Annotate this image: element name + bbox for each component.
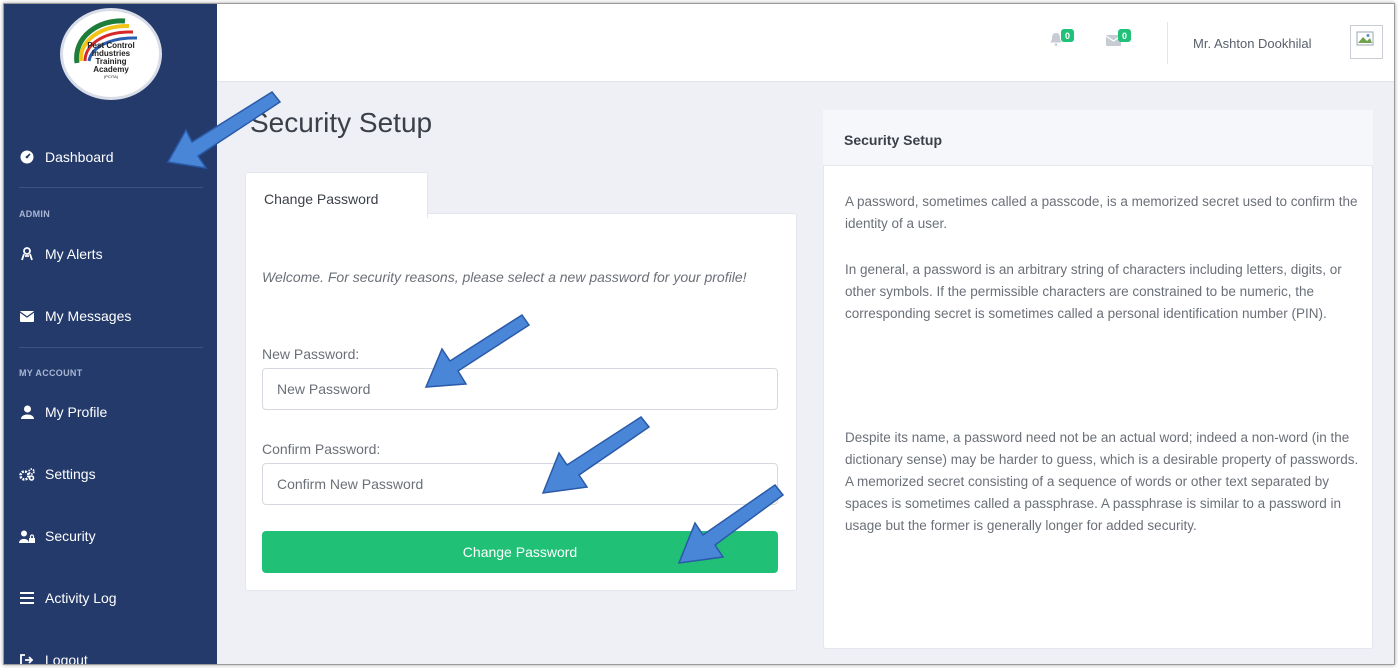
messages-button[interactable]: 0 (1105, 29, 1136, 52)
logo-line: Academy (93, 64, 129, 74)
logo-abbrev: (PCITA) (103, 73, 119, 79)
sidebar-item-activity-log[interactable]: Activity Log (4, 578, 217, 618)
section-label-my-account: MY ACCOUNT (19, 368, 83, 378)
alerts-icon (19, 246, 35, 262)
envelope-icon (19, 308, 35, 324)
topbar-divider (1167, 22, 1168, 64)
sidebar-item-label: My Profile (45, 404, 108, 420)
tab-label: Change Password (264, 191, 379, 207)
user-icon (19, 404, 35, 420)
messages-badge: 0 (1118, 29, 1131, 42)
info-panel-heading: Security Setup (823, 110, 1373, 166)
sidebar-item-label: My Alerts (45, 246, 103, 262)
avatar[interactable] (1350, 25, 1383, 59)
annotation-arrow-icon (677, 483, 785, 564)
new-password-label: New Password: (262, 346, 360, 362)
sidebar-item-label: Logout (45, 652, 88, 665)
app-window: Pest Control Industries Training Academy… (3, 3, 1395, 665)
notifications-badge: 0 (1061, 29, 1074, 42)
notifications-button[interactable]: 0 (1049, 29, 1079, 52)
info-paragraph: In general, a password is an arbitrary s… (845, 262, 1342, 321)
section-label-admin: ADMIN (19, 209, 50, 219)
annotation-arrow-icon (424, 313, 531, 388)
sidebar-item-label: Dashboard (45, 149, 114, 165)
academy-logo[interactable]: Pest Control Industries Training Academy… (60, 8, 162, 100)
annotation-arrow-icon (541, 416, 651, 494)
sidebar-item-label: Settings (45, 466, 96, 482)
sidebar-item-security[interactable]: Security (4, 516, 217, 556)
list-icon (19, 590, 35, 606)
info-paragraph: Despite its name, a password need not be… (845, 430, 1359, 533)
topbar: 0 0 Mr. Ashton Dookhilal (217, 4, 1394, 82)
sidebar-item-my-profile[interactable]: My Profile (4, 392, 217, 432)
sidebar-item-settings[interactable]: Settings (4, 454, 217, 494)
info-paragraph: A password, sometimes called a passcode,… (845, 194, 1358, 231)
logo-text: Pest Control Industries Training Academy… (87, 41, 135, 79)
user-lock-icon (19, 528, 35, 544)
sidebar-divider (19, 187, 203, 188)
dashboard-icon (19, 149, 35, 165)
user-name[interactable]: Mr. Ashton Dookhilal (1193, 36, 1312, 51)
sidebar-item-my-alerts[interactable]: My Alerts (4, 234, 217, 274)
welcome-message: Welcome. For security reasons, please se… (262, 269, 747, 285)
sidebar-divider (19, 347, 203, 348)
logout-icon (19, 652, 35, 664)
annotation-arrow-icon (166, 91, 282, 170)
sidebar-item-label: My Messages (45, 308, 132, 324)
sidebar-item-label: Security (45, 528, 96, 544)
gears-icon (19, 466, 35, 482)
sidebar-item-label: Activity Log (45, 590, 117, 606)
sidebar-item-my-messages[interactable]: My Messages (4, 296, 217, 336)
tab-change-password[interactable]: Change Password (245, 172, 428, 218)
sidebar-item-logout[interactable]: Logout (4, 640, 217, 665)
confirm-password-label: Confirm Password: (262, 441, 381, 457)
broken-image-icon (1356, 31, 1374, 46)
